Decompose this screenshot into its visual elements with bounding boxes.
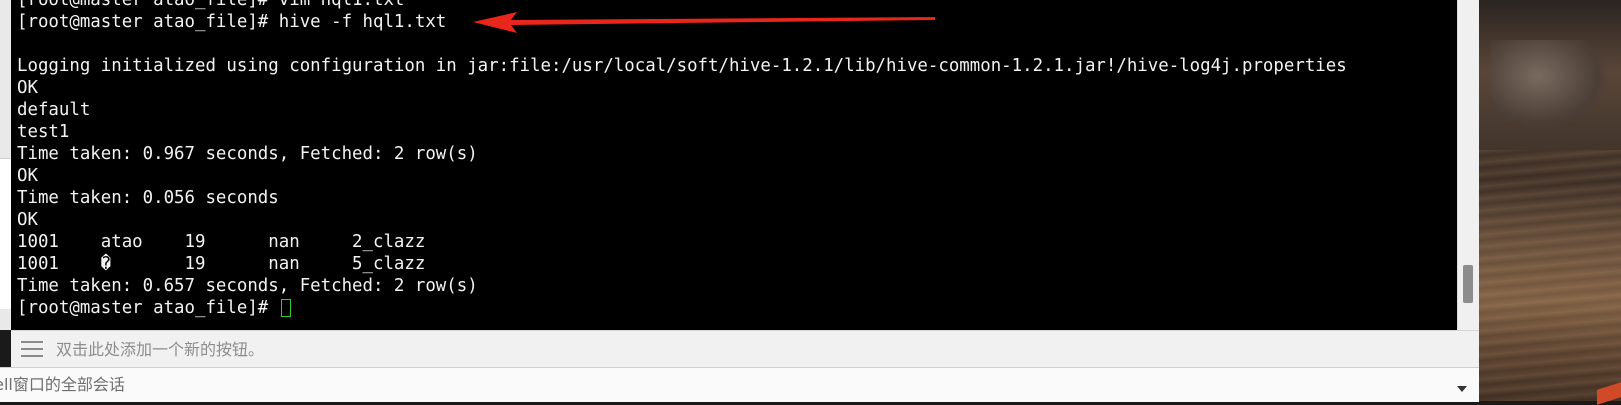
red-arrow-annotation-icon	[473, 12, 935, 33]
text-cursor	[280, 299, 291, 317]
scrollbar-thumb[interactable]	[1463, 265, 1473, 303]
terminal-line: Time taken: 0.967 seconds, Fetched: 2 ro…	[17, 144, 478, 164]
quick-command-bar[interactable]: 双击此处添加一个新的按钮。	[11, 330, 1479, 368]
terminal-line: 1001 atao 19 nan 2_clazz	[17, 232, 426, 252]
prompt-text: [root@master atao_file]#	[17, 298, 279, 318]
menu-icon[interactable]	[21, 341, 43, 357]
terminal-line: OK	[17, 166, 38, 186]
session-selector[interactable]: hell窗口的全部会话	[0, 367, 1479, 402]
terminal-line: default	[17, 100, 91, 120]
desktop-wallpaper	[1479, 0, 1621, 405]
terminal-prompt-line[interactable]: [root@master atao_file]#	[17, 297, 1347, 319]
terminal-lines: [root@master atao_file]# vim hql1.txt [r…	[17, 0, 1347, 319]
terminal-line: Time taken: 0.056 seconds	[17, 188, 279, 208]
terminal-scrollbar[interactable]	[1457, 0, 1480, 330]
terminal-line: OK	[17, 210, 38, 230]
terminal-line: Logging initialized using configuration …	[17, 56, 1347, 76]
terminal-line: test1	[17, 122, 70, 142]
terminal-line: Time taken: 0.657 seconds, Fetched: 2 ro…	[17, 276, 478, 296]
session-selector-label: hell窗口的全部会话	[0, 375, 125, 394]
chevron-down-icon[interactable]	[1457, 386, 1467, 392]
terminal-line: 1001 � 19 nan 5_clazz	[17, 254, 426, 274]
terminal-output[interactable]: [root@master atao_file]# vim hql1.txt [r…	[11, 0, 1457, 330]
terminal-line: OK	[17, 78, 38, 98]
left-window-edge	[0, 0, 11, 330]
quick-command-hint: 双击此处添加一个新的按钮。	[56, 340, 265, 359]
